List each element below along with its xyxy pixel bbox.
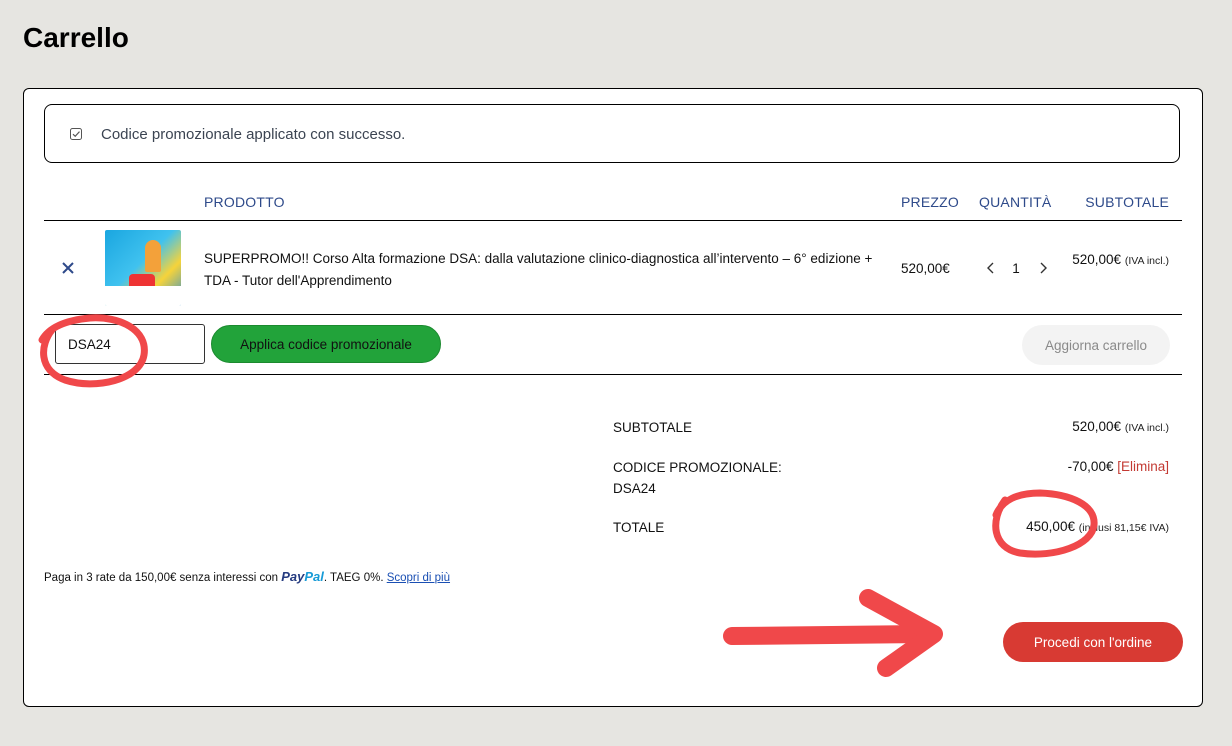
totals-promo: -70,00€ [Elimina] [1068,459,1169,474]
paypal-learn-more-link[interactable]: Scopri di più [387,572,450,584]
notice-text: Codice promozionale applicato con succes… [101,126,406,143]
header-quantity: QUANTITÀ [979,194,1052,210]
success-notice: Codice promozionale applicato con succes… [44,104,1180,163]
promo-value: -70,00€ [1067,459,1114,474]
header-subtotal: SUBTOTALE [1085,194,1169,210]
header-product: PRODOTTO [204,194,285,210]
product-thumbnail[interactable] [105,230,181,306]
chevron-right-icon[interactable] [1037,261,1049,275]
checkout-button[interactable]: Procedi con l'ordine [1003,622,1183,662]
promo-label-block: CODICE PROMOZIONALE: DSA24 [613,457,782,499]
update-cart-button[interactable]: Aggiorna carrello [1022,325,1170,365]
cart-container: Codice promozionale applicato con succes… [23,88,1203,707]
promo-label: CODICE PROMOZIONALE: [613,460,782,475]
divider [44,220,1182,221]
promo-code: DSA24 [613,481,656,496]
totals-subtotal-label: SUBTOTALE [613,420,693,435]
check-square-icon [70,128,82,140]
product-name-link[interactable]: SUPERPROMO!! Corso Alta formazione DSA: … [204,248,894,292]
coupon-input[interactable] [55,324,205,364]
paypal-text: Paga in 3 rate da 150,00€ senza interess… [44,572,278,584]
totals-subtotal-value: 520,00€ [1072,419,1122,434]
quantity-value[interactable]: 1 [1010,261,1022,276]
row-subtotal: 520,00€ (IVA incl.) [1059,249,1169,272]
row-subtotal-note: (IVA incl.) [1124,255,1169,267]
totals-total: 450,00€ (inclusi 81,15€ IVA) [1026,519,1169,534]
total-value: 450,00€ [1026,519,1075,534]
totals-total-label: TOTALE [613,520,665,535]
totals-subtotal: 520,00€ (IVA incl.) [1072,419,1169,434]
page-title: Carrello [23,22,129,53]
chevron-left-icon[interactable] [985,261,997,275]
divider [44,374,1182,375]
apply-coupon-button[interactable]: Applica codice promozionale [211,325,441,363]
divider [44,314,1182,315]
remove-item-icon[interactable] [60,260,76,276]
row-subtotal-value: 520,00€ [1072,252,1122,267]
totals-subtotal-note: (IVA incl.) [1124,422,1169,434]
header-price: PREZZO [901,194,959,210]
paypal-logo: PayPal [281,569,324,584]
remove-promo-link[interactable]: [Elimina] [1117,459,1169,474]
paypal-taeg: . TAEG 0%. [323,572,384,584]
product-price: 520,00€ [901,261,950,276]
total-note: (inclusi 81,15€ IVA) [1078,522,1169,534]
paypal-message: Paga in 3 rate da 150,00€ senza interess… [44,569,450,584]
